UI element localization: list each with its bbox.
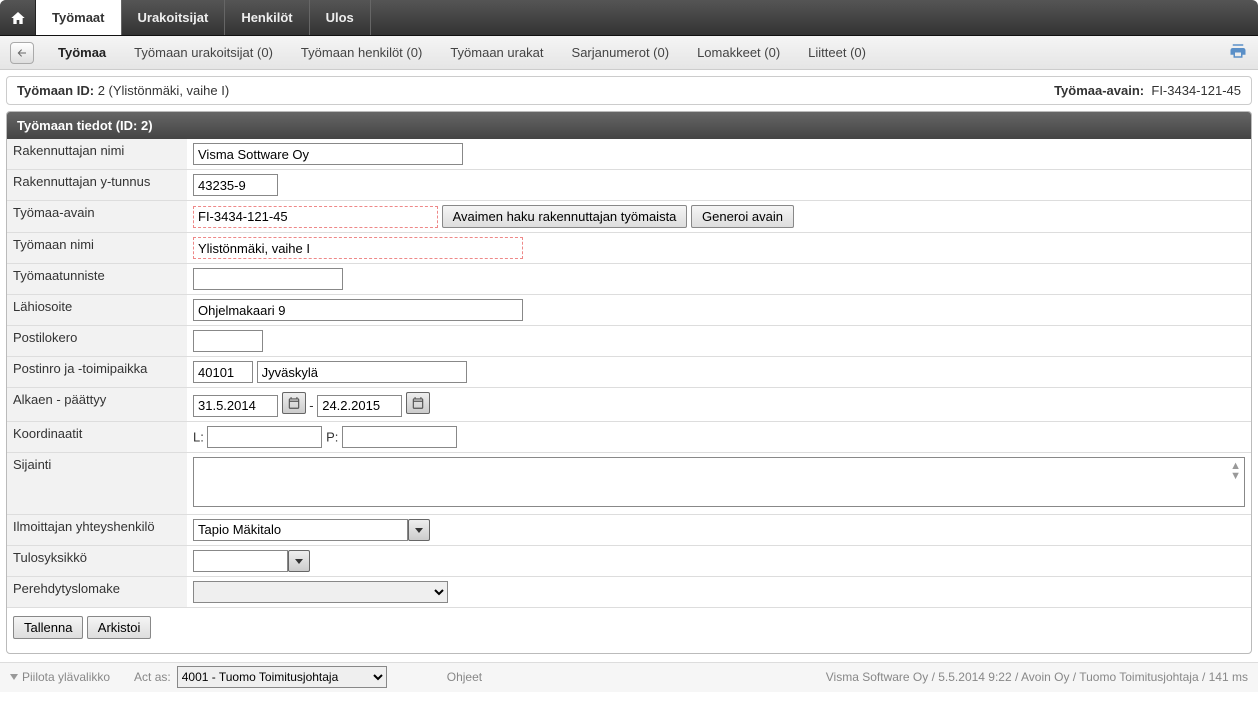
city-input[interactable]: [257, 361, 467, 383]
postal-label: Postinro ja -toimipaikka: [7, 357, 187, 388]
ytunnus-label: Rakennuttajan y-tunnus: [7, 170, 187, 201]
print-icon: [1228, 42, 1248, 60]
home-button[interactable]: [0, 0, 36, 35]
calendar-icon: [411, 396, 425, 410]
worksite-key-value: FI-3434-121-45: [1151, 83, 1241, 98]
address-label: Lähiosoite: [7, 295, 187, 326]
location-label: Sijainti: [7, 452, 187, 514]
subtab-urakat[interactable]: Työmaan urakat: [436, 45, 557, 60]
tab-tyomaat[interactable]: Työmaat: [36, 0, 122, 35]
contact-dropdown-button[interactable]: [408, 519, 430, 541]
ytunnus-input[interactable]: [193, 174, 278, 196]
end-date-input[interactable]: [317, 395, 402, 417]
lat-label: L:: [193, 429, 204, 444]
form-label: Perehdytyslomake: [7, 576, 187, 607]
address-input[interactable]: [193, 299, 523, 321]
subtab-tyomaa[interactable]: Työmaa: [44, 45, 120, 60]
worksite-id-label: Työmaan ID:: [17, 83, 94, 98]
contact-input[interactable]: [193, 519, 408, 541]
unit-dropdown-button[interactable]: [288, 550, 310, 572]
location-textarea[interactable]: [193, 457, 1245, 507]
scroll-arrows-icon: ▲▼: [1230, 461, 1241, 481]
worksite-key-label: Työmaa-avain:: [1054, 83, 1144, 98]
actas-label: Act as:: [134, 670, 171, 684]
end-calendar-button[interactable]: [406, 392, 430, 414]
lat-input[interactable]: [207, 426, 322, 448]
calendar-icon: [287, 396, 301, 410]
footer-status: Visma Software Oy / 5.5.2014 9:22 / Avoi…: [826, 670, 1248, 684]
sub-nav: Työmaa Työmaan urakoitsijat (0) Työmaan …: [0, 36, 1258, 70]
chevron-down-icon: [414, 525, 424, 535]
details-panel: Työmaan tiedot (ID: 2) Rakennuttajan nim…: [6, 111, 1252, 654]
back-icon: [15, 47, 29, 59]
subtab-henkilot[interactable]: Työmaan henkilöt (0): [287, 45, 436, 60]
subtab-urakoitsijat[interactable]: Työmaan urakoitsijat (0): [120, 45, 287, 60]
identifier-input[interactable]: [193, 268, 343, 290]
identifier-label: Työmaatunniste: [7, 264, 187, 295]
lon-label: P:: [326, 429, 338, 444]
back-button[interactable]: [10, 42, 34, 64]
top-nav: Työmaat Urakoitsijat Henkilöt Ulos: [0, 0, 1258, 36]
subtab-lomakkeet[interactable]: Lomakkeet (0): [683, 45, 794, 60]
key-input[interactable]: [193, 206, 438, 228]
dash: -: [309, 398, 313, 413]
collapse-icon: [10, 674, 18, 680]
home-icon: [10, 10, 26, 26]
worksite-name-input[interactable]: [193, 237, 523, 259]
footer: Piilota ylävalikko Act as: 4001 - Tuomo …: [0, 662, 1258, 692]
chevron-down-icon: [294, 556, 304, 566]
dates-label: Alkaen - päättyy: [7, 388, 187, 422]
subtab-sarjanumerot[interactable]: Sarjanumerot (0): [558, 45, 684, 60]
generate-key-button[interactable]: Generoi avain: [691, 205, 794, 228]
orientation-form-select[interactable]: [193, 581, 448, 603]
tab-henkilot[interactable]: Henkilöt: [225, 0, 309, 35]
worksite-id-value: 2 (Ylistönmäki, vaihe I): [98, 83, 230, 98]
postcode-input[interactable]: [193, 361, 253, 383]
start-date-input[interactable]: [193, 395, 278, 417]
panel-title: Työmaan tiedot (ID: 2): [7, 112, 1251, 139]
pobox-input[interactable]: [193, 330, 263, 352]
help-link[interactable]: Ohjeet: [447, 670, 482, 684]
tab-urakoitsijat[interactable]: Urakoitsijat: [122, 0, 226, 35]
lon-input[interactable]: [342, 426, 457, 448]
builder-name-input[interactable]: [193, 143, 463, 165]
pobox-label: Postilokero: [7, 326, 187, 357]
worksite-name-label: Työmaan nimi: [7, 233, 187, 264]
start-calendar-button[interactable]: [282, 392, 306, 414]
archive-button[interactable]: Arkistoi: [87, 616, 152, 639]
unit-input[interactable]: [193, 550, 288, 572]
unit-label: Tulosyksikkö: [7, 545, 187, 576]
fetch-key-button[interactable]: Avaimen haku rakennuttajan työmaista: [442, 205, 688, 228]
tab-ulos[interactable]: Ulos: [310, 0, 371, 35]
subtab-liitteet[interactable]: Liitteet (0): [794, 45, 880, 60]
coords-label: Koordinaatit: [7, 421, 187, 452]
save-button[interactable]: Tallenna: [13, 616, 83, 639]
hide-topmenu-link[interactable]: Piilota ylävalikko: [22, 670, 110, 684]
contact-label: Ilmoittajan yhteyshenkilö: [7, 514, 187, 545]
key-label: Työmaa-avain: [7, 201, 187, 233]
builder-name-label: Rakennuttajan nimi: [7, 139, 187, 170]
print-button[interactable]: [1228, 42, 1248, 63]
header-row: Työmaan ID: 2 (Ylistönmäki, vaihe I) Työ…: [6, 76, 1252, 105]
actas-select[interactable]: 4001 - Tuomo Toimitusjohtaja: [177, 666, 387, 688]
